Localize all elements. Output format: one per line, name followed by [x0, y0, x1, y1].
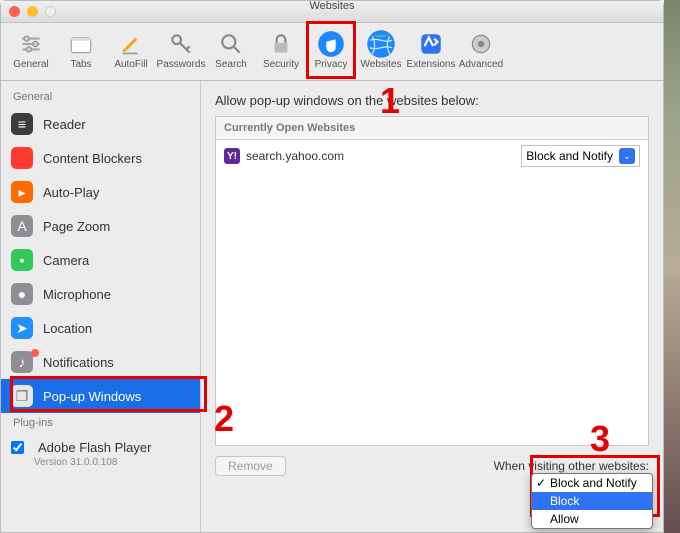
toolbar-label: Passwords	[157, 59, 206, 70]
pencil-icon	[116, 29, 146, 59]
window-icon: ❐	[11, 385, 33, 407]
gear-icon	[16, 29, 46, 59]
toolbar-autofill[interactable]: AutoFill	[107, 29, 155, 79]
sidebar-item-reader[interactable]: ≡ Reader	[1, 107, 200, 141]
sidebar-item-location[interactable]: ➤ Location	[1, 311, 200, 345]
toolbar-advanced[interactable]: Advanced	[457, 29, 505, 79]
notification-badge-icon	[31, 349, 39, 357]
websites-list: Currently Open Websites Y! search.yahoo.…	[215, 116, 649, 446]
chevron-updown-icon: ⌄	[619, 148, 635, 164]
toolbar-tabs[interactable]: Tabs	[57, 29, 105, 79]
tabs-icon	[66, 29, 96, 59]
content-area: General ≡ Reader Content Blockers ▸ Auto…	[1, 81, 663, 532]
toolbar-label: Websites	[361, 59, 402, 70]
select-value: Block and Notify	[526, 149, 613, 163]
yahoo-favicon-icon: Y!	[224, 148, 240, 164]
other-websites-label: When visiting other websites:	[494, 459, 649, 473]
sidebar-item-camera[interactable]: ▪ Camera	[1, 243, 200, 277]
preferences-toolbar: General Tabs AutoFill Passwords Search	[1, 23, 663, 81]
toolbar-privacy[interactable]: Privacy	[307, 29, 355, 79]
toolbar-label: Extensions	[407, 59, 456, 70]
website-action-select[interactable]: Block and Notify ⌄	[521, 145, 640, 167]
camera-icon: ▪	[11, 249, 33, 271]
stop-icon	[11, 147, 33, 169]
toolbar-extensions[interactable]: Extensions	[407, 29, 455, 79]
sidebar-item-notifications[interactable]: ♪ Notifications	[1, 345, 200, 379]
annotation-1: 1	[380, 80, 400, 122]
sidebar-item-label: Camera	[43, 253, 89, 268]
zoom-window-button[interactable]	[45, 6, 56, 17]
sidebar-item-page-zoom[interactable]: A Page Zoom	[1, 209, 200, 243]
sidebar-item-label: Page Zoom	[43, 219, 110, 234]
titlebar: Websites	[1, 1, 663, 23]
toolbar-search[interactable]: Search	[207, 29, 255, 79]
toolbar-label: General	[13, 59, 49, 70]
sidebar-item-auto-play[interactable]: ▸ Auto-Play	[1, 175, 200, 209]
panel-description: Allow pop-up windows on the websites bel…	[215, 93, 649, 108]
toolbar-label: Advanced	[459, 59, 503, 70]
sidebar-item-label: Microphone	[43, 287, 111, 302]
main-panel: Allow pop-up windows on the websites bel…	[201, 81, 663, 532]
preferences-window: Websites General Tabs AutoFill Passwords	[0, 0, 664, 533]
toolbar-label: Security	[263, 59, 299, 70]
toolbar-label: Tabs	[70, 59, 91, 70]
sidebar-section-general: General	[1, 87, 200, 107]
globe-icon	[366, 29, 396, 59]
website-domain: search.yahoo.com	[246, 149, 521, 163]
toolbar-general[interactable]: General	[7, 29, 55, 79]
close-window-button[interactable]	[9, 6, 20, 17]
annotation-3: 3	[590, 418, 610, 460]
website-row[interactable]: Y! search.yahoo.com Block and Notify ⌄	[216, 140, 648, 172]
dropdown-option-block-notify[interactable]: Block and Notify	[532, 474, 652, 492]
sidebar-item-label: Reader	[43, 117, 86, 132]
toolbar-websites[interactable]: Websites	[357, 29, 405, 79]
sidebar-item-label: Auto-Play	[43, 185, 99, 200]
toolbar-label: Search	[215, 59, 247, 70]
window-title: Websites	[1, 1, 663, 11]
toolbar-label: Privacy	[315, 59, 348, 70]
hand-icon	[316, 29, 346, 59]
annotation-2: 2	[214, 398, 234, 440]
toolbar-label: AutoFill	[114, 59, 147, 70]
window-controls	[9, 6, 56, 17]
sidebar: General ≡ Reader Content Blockers ▸ Auto…	[1, 81, 201, 532]
minimize-window-button[interactable]	[27, 6, 38, 17]
sidebar-item-label: Location	[43, 321, 92, 336]
other-websites-dropdown[interactable]: Block and Notify Block Allow	[531, 473, 653, 529]
lock-icon	[266, 29, 296, 59]
sidebar-item-label: Content Blockers	[43, 151, 142, 166]
list-header: Currently Open Websites	[216, 117, 648, 140]
gear-icon	[466, 29, 496, 59]
sidebar-section-plugins: Plug-ins	[1, 413, 200, 433]
play-icon: ▸	[11, 181, 33, 203]
toolbar-passwords[interactable]: Passwords	[157, 29, 205, 79]
key-icon	[166, 29, 196, 59]
desktop-background-strip	[664, 0, 680, 533]
mic-icon: ●	[11, 283, 33, 305]
zoom-icon: A	[11, 215, 33, 237]
plugin-enabled-checkbox[interactable]	[11, 441, 24, 454]
search-icon	[216, 29, 246, 59]
reader-icon: ≡	[11, 113, 33, 135]
sidebar-item-label: Adobe Flash Player	[38, 440, 151, 455]
extensions-icon	[416, 29, 446, 59]
bell-icon: ♪	[11, 351, 33, 373]
sidebar-item-label: Pop-up Windows	[43, 389, 141, 404]
sidebar-item-microphone[interactable]: ● Microphone	[1, 277, 200, 311]
sidebar-item-flash[interactable]: Adobe Flash Player	[1, 433, 200, 461]
sidebar-item-content-blockers[interactable]: Content Blockers	[1, 141, 200, 175]
dropdown-option-block[interactable]: Block	[532, 492, 652, 510]
remove-button[interactable]: Remove	[215, 456, 286, 476]
location-icon: ➤	[11, 317, 33, 339]
dropdown-option-allow[interactable]: Allow	[532, 510, 652, 528]
sidebar-item-label: Notifications	[43, 355, 114, 370]
sidebar-item-popup-windows[interactable]: ❐ Pop-up Windows	[1, 379, 200, 413]
toolbar-security[interactable]: Security	[257, 29, 305, 79]
